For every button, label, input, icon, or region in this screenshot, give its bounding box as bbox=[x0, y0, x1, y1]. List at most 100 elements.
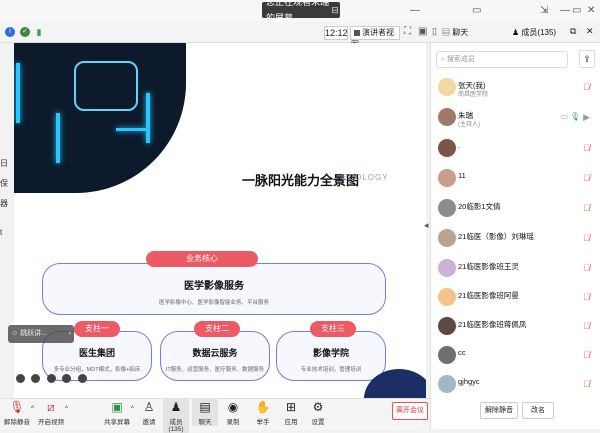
chevron-left-icon[interactable]: ‹ bbox=[69, 325, 74, 343]
shield-icon[interactable]: ✓ bbox=[20, 27, 30, 37]
unmute-all-button[interactable]: 解除静音 bbox=[480, 402, 518, 419]
search-icon: ⌕ bbox=[441, 56, 445, 63]
close-panel-icon[interactable]: ✕ bbox=[586, 26, 594, 37]
list-item[interactable]: 20临影1文倩 🎙̸ bbox=[436, 197, 596, 223]
pin-icon[interactable]: ⇲ bbox=[540, 5, 548, 16]
mic-on-icon: 🎙 bbox=[569, 112, 580, 121]
pillar3-tag: 支柱三 bbox=[310, 321, 356, 337]
member-name: cc bbox=[458, 348, 466, 357]
leave-meeting-button[interactable]: 离开会议 bbox=[392, 402, 428, 420]
screen-share-icon: ▭ bbox=[560, 112, 568, 121]
list-item[interactable]: cc 🎙̸ bbox=[436, 344, 596, 370]
chat-button[interactable]: ▤ 聊天 bbox=[192, 399, 218, 426]
member-name: 21临医影像班王灵 bbox=[458, 262, 519, 271]
video-button[interactable]: ⧄ 开启视频 bbox=[38, 399, 64, 426]
settings-button[interactable]: ⚙ 设置 bbox=[305, 399, 331, 426]
apps-icon: ⊞ bbox=[285, 400, 297, 414]
fullscreen-icon[interactable]: ⛶ bbox=[404, 26, 411, 37]
member-name: . bbox=[458, 141, 461, 150]
avatar bbox=[438, 346, 456, 364]
mute-button[interactable]: 🎙 解除静音 bbox=[4, 399, 30, 426]
list-item[interactable]: 朱瑞 (主持人) ▭ 🎙 ▶ bbox=[436, 106, 596, 132]
layout-icon[interactable]: ▣ bbox=[418, 26, 427, 37]
share-banner[interactable]: 您正在观看朱瑞的屏幕 ⊟ bbox=[262, 0, 340, 23]
list-item[interactable]: 21临医影像班蒋佩凤 🎙̸ bbox=[436, 315, 596, 341]
view-mode-button[interactable]: 演讲者视图 ▾ bbox=[350, 26, 400, 49]
slide-subtitle: ECOLOGY bbox=[342, 173, 389, 182]
pillar3-title: 影像学院 bbox=[312, 348, 349, 358]
chat-icon: ▤ bbox=[442, 28, 453, 37]
more-icon[interactable] bbox=[77, 374, 87, 383]
mic-off-icon[interactable]: 🎙̸ bbox=[583, 321, 590, 331]
list-item[interactable]: 张天(我) 南昌医学院 🎙̸ bbox=[436, 76, 596, 102]
list-item[interactable]: 21临医（影像）刘琳瑶 🎙̸ bbox=[436, 227, 596, 253]
collapse-icon[interactable]: ⊟ bbox=[330, 2, 340, 18]
mic-off-icon[interactable]: 🎙̸ bbox=[583, 143, 590, 153]
presenter-tag[interactable]: ☺ 跳跃讲... ‹ bbox=[8, 325, 74, 343]
maximize-icon[interactable]: ▭ bbox=[472, 5, 481, 16]
share-label: 共享屏幕 bbox=[104, 419, 130, 426]
next-icon[interactable] bbox=[31, 374, 41, 383]
list-item[interactable]: 11 🎙̸ bbox=[436, 167, 596, 193]
tab-chat[interactable]: ▤ 聊天 bbox=[442, 27, 468, 38]
tab-chat-label: 聊天 bbox=[452, 28, 469, 37]
mic-off-icon[interactable]: 🎙̸ bbox=[583, 233, 590, 243]
mic-off-icon[interactable]: 🎙̸ bbox=[583, 173, 590, 183]
chevron-up-icon[interactable]: ^ bbox=[31, 406, 34, 412]
avatar bbox=[438, 375, 456, 393]
video-icon[interactable]: ▶ bbox=[583, 112, 590, 123]
member-role: 南昌医学院 bbox=[458, 92, 489, 98]
pillar2-desc: IT服务、运营服务、医疗服务、数据服务 bbox=[165, 367, 265, 373]
apps-label: 应用 bbox=[284, 419, 298, 426]
avatar bbox=[438, 139, 456, 157]
chevron-left-icon[interactable]: ◂ bbox=[424, 220, 429, 231]
mic-off-icon[interactable]: 🎙̸ bbox=[583, 263, 590, 273]
invite-icon: ♙ bbox=[143, 400, 155, 414]
video-off-icon: ⧄ bbox=[47, 400, 55, 414]
rename-button[interactable]: 改名 bbox=[522, 402, 554, 419]
raise-label: 举手 bbox=[256, 419, 270, 426]
tab-members[interactable]: ♟ 成员(135) bbox=[512, 27, 556, 38]
apps-button[interactable]: ⊞ 应用 bbox=[278, 399, 304, 426]
eraser-icon[interactable] bbox=[62, 374, 72, 383]
mic-off-icon[interactable]: 🎙̸ bbox=[583, 203, 590, 213]
pen-icon[interactable] bbox=[46, 374, 56, 383]
chat-label: 聊天 bbox=[198, 419, 212, 426]
core-title: 医学影像服务 bbox=[184, 281, 244, 292]
chevron-up-icon[interactable]: ^ bbox=[65, 406, 68, 412]
info-icon[interactable]: i bbox=[5, 27, 15, 37]
member-name: 11 bbox=[458, 171, 466, 180]
shared-screen: 一脉阳光能力全景图 ECOLOGY 医学影像服务 医学影像中心、医学影像智能业务… bbox=[14, 43, 426, 398]
upload-icon[interactable]: ⇪ bbox=[579, 50, 595, 68]
collapse-panel-icon[interactable]: ▯ bbox=[432, 26, 437, 37]
minimize-icon[interactable]: — bbox=[410, 5, 420, 16]
member-search-input[interactable]: ⌕ 搜索成员 bbox=[436, 51, 568, 68]
list-item[interactable]: . 🎙̸ bbox=[436, 137, 596, 163]
pillar1-title: 医生集团 bbox=[78, 348, 115, 358]
mute-label: 解除静音 bbox=[4, 419, 30, 426]
mic-off-icon: 🎙 bbox=[9, 400, 25, 414]
prev-icon[interactable] bbox=[16, 374, 25, 383]
members-button[interactable]: ♟ 成员(135) bbox=[163, 399, 189, 433]
mic-off-icon[interactable]: 🎙̸ bbox=[583, 350, 590, 360]
raise-hand-button[interactable]: ✋ 举手 bbox=[250, 399, 276, 426]
list-item[interactable]: gjhgyc 🎙̸ bbox=[436, 373, 596, 399]
restore-icon[interactable]: ▭ bbox=[572, 5, 581, 16]
invite-label: 邀请 bbox=[142, 419, 156, 426]
invite-button[interactable]: ♙ 邀请 bbox=[136, 399, 162, 426]
record-button[interactable]: ◉ 录制 bbox=[220, 399, 246, 426]
edge-fragment: 器 bbox=[0, 199, 8, 208]
list-item[interactable]: 21临医影像班阿曼 🎙̸ bbox=[436, 286, 596, 312]
minimize-panel-icon[interactable]: — bbox=[560, 5, 570, 16]
member-name: 21临医（影像）刘琳瑶 bbox=[458, 232, 534, 241]
close-icon[interactable]: ✕ bbox=[587, 5, 595, 16]
chevron-up-icon[interactable]: ^ bbox=[131, 406, 134, 412]
popout-icon[interactable]: ⧉ bbox=[570, 26, 576, 37]
chat-icon: ▤ bbox=[199, 400, 211, 414]
mic-off-icon[interactable]: 🎙̸ bbox=[583, 379, 590, 389]
share-screen-button[interactable]: ▣ 共享屏幕 bbox=[104, 399, 130, 426]
mic-off-icon[interactable]: 🎙̸ bbox=[583, 292, 590, 302]
slide-hero-image bbox=[14, 43, 186, 193]
mic-off-icon[interactable]: 🎙̸ bbox=[583, 82, 590, 92]
list-item[interactable]: 21临医影像班王灵 🎙̸ bbox=[436, 257, 596, 283]
